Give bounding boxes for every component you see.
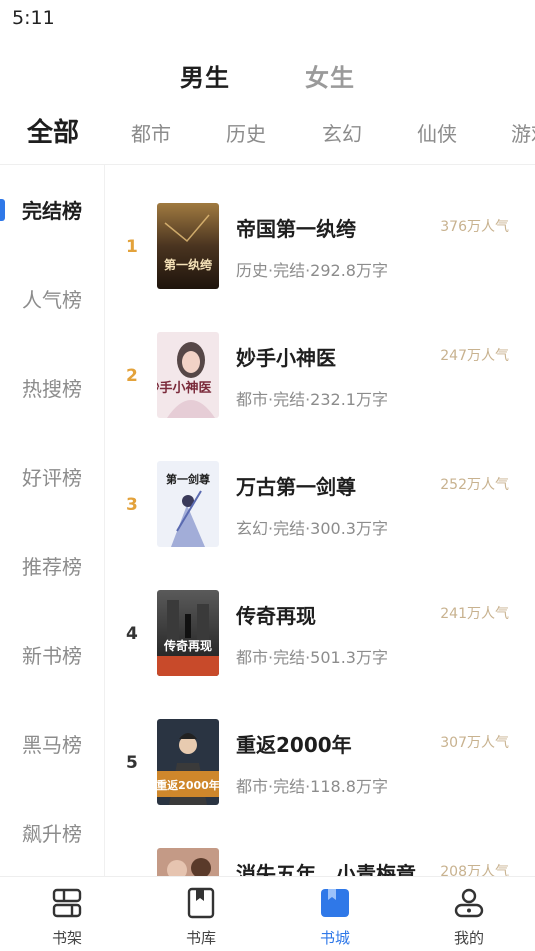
book-cover: 传奇再现	[157, 590, 219, 676]
sidebar-item-hot-search[interactable]: 热搜榜	[0, 369, 104, 409]
nav-bookshelf[interactable]: 书架	[0, 877, 134, 951]
popularity: 208万人气	[440, 864, 509, 876]
book-item[interactable]: 3 第一剑尊 万古第一剑尊 玄幻·完结·300.3万字 252万人气	[106, 423, 535, 552]
rank-number: 5	[126, 753, 138, 773]
rank-number: 2	[126, 366, 138, 386]
book-meta: 都市·完结·232.1万字	[236, 390, 388, 409]
cover-title: 第一纨绔	[164, 257, 212, 272]
nav-label: 书城	[319, 929, 350, 947]
tab-history[interactable]: 历史	[226, 118, 266, 147]
tab-male[interactable]: 男生	[180, 58, 230, 93]
bookshelf-icon	[52, 888, 82, 918]
ranking-sidebar: 完结榜 人气榜 热搜榜 好评榜 推荐榜 新书榜 黑马榜 飙升榜	[0, 165, 105, 876]
nav-label: 书架	[51, 929, 82, 947]
rank-number: 3	[126, 495, 138, 515]
sidebar-item-top-rated[interactable]: 好评榜	[0, 458, 104, 498]
sidebar-item-dark-horse[interactable]: 黑马榜	[0, 725, 104, 765]
nav-label: 我的	[453, 929, 484, 947]
nav-library[interactable]: 书库	[134, 877, 268, 951]
book-meta: 都市·完结·501.3万字	[236, 648, 388, 667]
status-bar: 5:11	[0, 0, 535, 40]
rank-number: 4	[126, 624, 138, 644]
sidebar-item-recommended[interactable]: 推荐榜	[0, 547, 104, 587]
popularity: 247万人气	[440, 348, 509, 364]
sidebar-item-rising[interactable]: 飙升榜	[0, 814, 104, 854]
book-meta: 玄幻·完结·300.3万字	[236, 519, 388, 538]
nav-profile[interactable]: 我的	[402, 877, 535, 951]
tab-fantasy[interactable]: 玄幻	[322, 118, 362, 147]
status-time: 5:11	[12, 7, 55, 29]
book-item[interactable]: 5 重返2000年 重返2000年 都市·完结·118.8万字 307万人气	[106, 681, 535, 810]
book-item[interactable]: 2 妙手小神医 妙手小神医 都市·完结·232.1万字 247万人气	[106, 294, 535, 423]
tab-xianxia[interactable]: 仙侠	[417, 118, 457, 147]
popularity: 252万人气	[440, 477, 509, 493]
book-cover: 妙手小神医	[157, 332, 219, 418]
book-item[interactable]: 1 第一纨绔 帝国第一纨绔 历史·完结·292.8万字 376万人气	[106, 165, 535, 294]
cover-title: 传奇再现	[163, 638, 212, 653]
popularity: 241万人气	[440, 606, 509, 622]
sidebar-item-new-books[interactable]: 新书榜	[0, 636, 104, 676]
popularity: 376万人气	[440, 219, 509, 235]
book-title: 传奇再现	[236, 604, 316, 628]
tab-all[interactable]: 全部	[27, 112, 79, 149]
library-icon	[187, 887, 215, 919]
popularity: 307万人气	[440, 735, 509, 751]
book-list: 1 第一纨绔 帝国第一纨绔 历史·完结·292.8万字 376万人气 2 妙手小…	[106, 165, 535, 876]
nav-label: 书库	[185, 929, 216, 947]
bookstore-icon	[321, 889, 349, 917]
book-cover: 重返2000年	[157, 719, 219, 805]
book-title: 帝国第一纨绔	[236, 217, 356, 241]
book-meta: 都市·完结·118.8万字	[236, 777, 388, 796]
book-item[interactable]: 消失五年，小青梅竟 208万人气	[106, 810, 535, 876]
sidebar-item-completed[interactable]: 完结榜	[0, 191, 104, 231]
book-title: 消失五年，小青梅竟	[236, 862, 416, 876]
cover-title: 妙手小神医	[157, 380, 212, 396]
profile-icon	[454, 888, 484, 918]
book-item[interactable]: 4 传奇再现 传奇再现 都市·完结·501.3万字 241万人气	[106, 552, 535, 681]
book-meta: 历史·完结·292.8万字	[236, 261, 388, 280]
book-title: 万古第一剑尊	[236, 475, 356, 499]
gender-tabs: 男生 女生	[0, 58, 535, 94]
sidebar-item-popular[interactable]: 人气榜	[0, 280, 104, 320]
cover-title: 第一剑尊	[166, 472, 210, 486]
rank-number: 1	[126, 237, 138, 257]
nav-bookstore[interactable]: 书城	[268, 877, 402, 951]
tab-game[interactable]: 游戏	[511, 118, 535, 147]
cover-title: 重返2000年	[157, 778, 219, 792]
book-cover: 第一剑尊	[157, 461, 219, 547]
book-cover: 第一纨绔	[157, 203, 219, 289]
tab-urban[interactable]: 都市	[131, 118, 171, 147]
bottom-nav: 书架 书库 书城 我的	[0, 876, 535, 951]
book-title: 妙手小神医	[236, 346, 336, 370]
book-cover	[157, 848, 219, 876]
book-title: 重返2000年	[236, 733, 352, 757]
category-tabs: 全部 都市 历史 玄幻 仙侠 游戏	[0, 112, 535, 154]
tab-female[interactable]: 女生	[305, 58, 355, 93]
